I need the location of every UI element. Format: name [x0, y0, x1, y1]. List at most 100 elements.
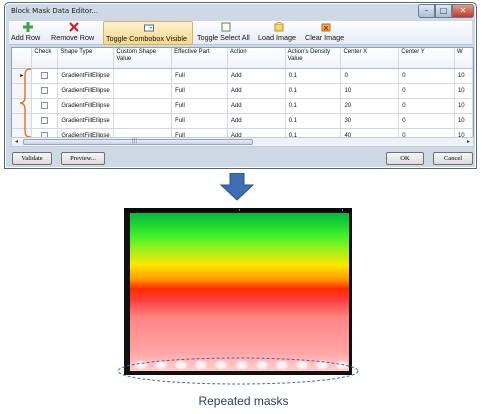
mask-data-table: Check Shape Type Custom Shape Value Effe…: [12, 48, 474, 144]
toggle-select-all-label: Toggle Select All: [197, 33, 250, 42]
mask-data-grid: Check Shape Type Custom Shape Value Effe…: [11, 47, 474, 147]
minimize-button[interactable]: –: [418, 4, 435, 18]
horizontal-scrollbar[interactable]: ◂ ||| ▸: [11, 137, 474, 147]
w-cell[interactable]: 10: [454, 113, 474, 129]
center-x-cell[interactable]: 0: [340, 68, 400, 84]
mask-blob: [154, 360, 169, 370]
gradient-fill-area: [130, 213, 349, 371]
center-y-cell[interactable]: 0: [398, 83, 455, 99]
row-checkbox[interactable]: [41, 116, 49, 124]
w-cell[interactable]: 10: [454, 83, 474, 99]
remove-row-label: Remove Row: [51, 33, 95, 42]
ok-button[interactable]: OK: [386, 152, 424, 165]
row-header[interactable]: [12, 113, 33, 129]
density-value-cell[interactable]: 0.1: [285, 68, 342, 84]
column-header-shape-type[interactable]: Shape Type: [57, 48, 115, 69]
clear-image-icon: [321, 23, 331, 32]
custom-shape-value-cell[interactable]: [113, 113, 173, 129]
mask-blob: [234, 360, 249, 370]
toggle-select-all-button[interactable]: Toggle Select All: [197, 21, 255, 45]
density-value-cell[interactable]: 0.1: [285, 113, 342, 129]
row-checkbox[interactable]: [41, 71, 49, 79]
action-cell[interactable]: Add: [227, 68, 286, 84]
shape-type-cell[interactable]: GradientFillEllipse: [57, 98, 115, 114]
shape-type-cell[interactable]: GradientFillEllipse: [57, 113, 115, 129]
load-image-label: Load Image: [258, 33, 296, 42]
toolbar: Add Row Remove Row Toggle Combobox Visib…: [9, 21, 472, 45]
center-x-cell[interactable]: 20: [340, 98, 400, 114]
center-y-cell[interactable]: 0: [398, 68, 455, 84]
add-row-button[interactable]: Add Row: [11, 21, 45, 45]
shape-type-cell[interactable]: GradientFillEllipse: [57, 83, 115, 99]
center-y-cell[interactable]: 0: [398, 98, 455, 114]
action-cell[interactable]: Add: [227, 83, 286, 99]
w-cell[interactable]: 10: [454, 98, 474, 114]
mask-blob: [254, 360, 269, 370]
window-title: Block Mask Data Editor...: [11, 7, 99, 15]
load-image-button[interactable]: Load Image: [258, 21, 300, 45]
effective-part-cell[interactable]: Full: [171, 113, 228, 129]
column-header-center-x[interactable]: Center X: [340, 48, 400, 69]
mask-blob: [214, 360, 229, 370]
maximize-button[interactable]: □: [435, 4, 452, 18]
column-header-effective-part[interactable]: Effective Part: [171, 48, 228, 69]
row-header[interactable]: [12, 83, 33, 99]
custom-shape-value-cell[interactable]: [113, 68, 173, 84]
row-checkbox[interactable]: [41, 101, 49, 109]
shape-type-cell[interactable]: GradientFillEllipse: [57, 68, 115, 84]
effective-part-cell[interactable]: Full: [171, 83, 228, 99]
density-value-cell[interactable]: 0.1: [285, 83, 342, 99]
table-row[interactable]: GradientFillEllipse Full Add 0.1 20 0 10: [12, 98, 474, 114]
current-row-marker[interactable]: ▸: [12, 68, 33, 84]
action-cell[interactable]: Add: [227, 98, 286, 114]
scrollbar-grip-icon: |||: [132, 138, 138, 144]
scrollbar-thumb[interactable]: |||: [23, 138, 253, 145]
scroll-left-arrow-icon[interactable]: ◂: [12, 138, 21, 146]
add-row-label: Add Row: [11, 33, 41, 42]
column-header-check[interactable]: Check: [31, 48, 59, 69]
remove-row-button[interactable]: Remove Row: [51, 21, 99, 45]
table-row[interactable]: ▸ GradientFillEllipse Full Add 0.1 0 0 1…: [12, 68, 474, 84]
scroll-right-arrow-icon[interactable]: ▸: [464, 138, 473, 146]
effective-part-cell[interactable]: Full: [171, 68, 228, 84]
row-header[interactable]: [12, 98, 33, 114]
custom-shape-value-cell[interactable]: [113, 83, 173, 99]
cancel-button[interactable]: Cancel: [433, 152, 473, 165]
clear-image-label: Clear Image: [305, 33, 345, 42]
row-checkbox-cell[interactable]: [31, 68, 59, 84]
mask-blob: [314, 360, 329, 370]
clear-image-button[interactable]: Clear Image: [305, 21, 347, 45]
table-row[interactable]: GradientFillEllipse Full Add 0.1 30 0 10: [12, 113, 474, 129]
row-checkbox-cell[interactable]: [31, 83, 59, 99]
row-checkbox-cell[interactable]: [31, 98, 59, 114]
combobox-icon: [144, 24, 154, 32]
effective-part-cell[interactable]: Full: [171, 98, 228, 114]
ruler-tick: [342, 209, 343, 211]
column-header-density-value[interactable]: Action's Density Value: [285, 48, 342, 69]
column-header-w[interactable]: W: [454, 48, 474, 69]
w-cell[interactable]: 10: [454, 68, 474, 84]
down-arrow-icon: [220, 173, 254, 201]
center-y-cell[interactable]: 0: [398, 113, 455, 129]
add-icon: [23, 22, 33, 32]
row-checkbox[interactable]: [41, 86, 49, 94]
preview-button[interactable]: Preview...: [61, 152, 105, 165]
block-mask-data-editor-window: Block Mask Data Editor... – □ ✕ Add Row …: [4, 2, 477, 169]
column-header-center-y[interactable]: Center Y: [398, 48, 455, 69]
checkbox-icon: [221, 22, 231, 32]
mask-blob: [294, 360, 309, 370]
validate-button[interactable]: Validate: [12, 152, 52, 165]
density-value-cell[interactable]: 0.1: [285, 98, 342, 114]
row-checkbox-cell[interactable]: [31, 113, 59, 129]
column-header-custom-shape-value[interactable]: Custom Shape Value: [113, 48, 173, 69]
column-header-action[interactable]: Action: [227, 48, 286, 69]
action-cell[interactable]: Add: [227, 113, 286, 129]
center-x-cell[interactable]: 10: [340, 83, 400, 99]
table-row[interactable]: GradientFillEllipse Full Add 0.1 10 0 10: [12, 83, 474, 99]
close-button[interactable]: ✕: [452, 4, 474, 18]
load-image-icon: [274, 22, 284, 32]
custom-shape-value-cell[interactable]: [113, 98, 173, 114]
center-x-cell[interactable]: 30: [340, 113, 400, 129]
mask-blob: [274, 360, 289, 370]
toggle-combobox-visible-button[interactable]: Toggle Combobox Visible: [103, 21, 193, 45]
